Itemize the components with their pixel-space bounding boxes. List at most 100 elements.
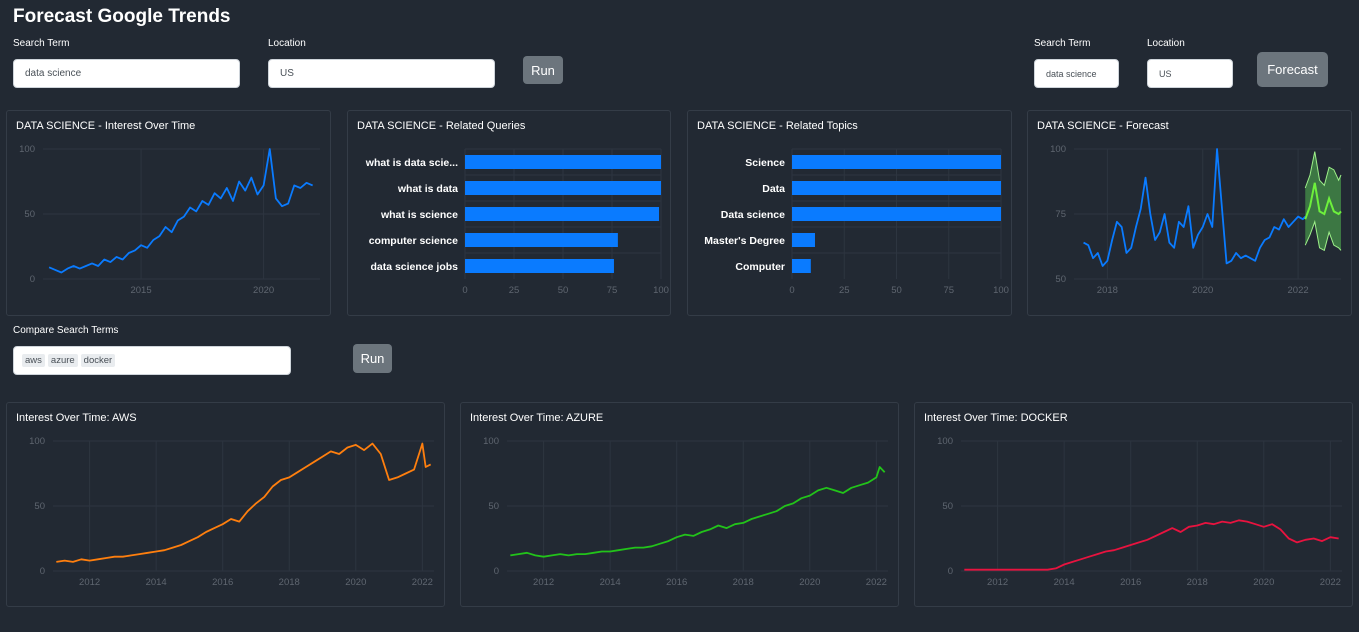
bar: [465, 155, 661, 169]
location-input[interactable]: US: [268, 59, 495, 88]
related-topics-chart: 0 25 50 75 100 Science Data Data science Master'…: [704, 148, 1009, 296]
x-tick-label: 0: [789, 285, 794, 296]
x-tick-label: 2016: [1120, 577, 1141, 588]
compare-run-button[interactable]: Run: [353, 344, 392, 373]
bar: [465, 181, 661, 195]
x-tick-label: 2016: [666, 577, 687, 588]
term-tag[interactable]: docker: [80, 354, 116, 367]
forecast-location-label: Location: [1147, 38, 1185, 49]
x-tick-label: 75: [607, 285, 618, 296]
docker-interest-chart: 0 50 100 2012 2014 2016 2018 2020 2022: [937, 436, 1342, 588]
bar: [792, 181, 1001, 195]
search-term-label: Search Term: [13, 38, 70, 49]
series-line: [48, 148, 313, 274]
page-title: Forecast Google Trends: [13, 6, 231, 27]
azure-interest-chart: 0 50 100 2012 2014 2016 2018 2020 2022: [483, 436, 888, 588]
category-label: Data science: [721, 209, 785, 221]
x-tick-label: 50: [891, 285, 902, 296]
x-tick-label: 2020: [799, 577, 820, 588]
category-label: what is data: [397, 183, 458, 195]
x-tick-label: 100: [653, 285, 669, 296]
x-tick-label: 2012: [987, 577, 1008, 588]
x-tick-label: 2014: [600, 577, 621, 588]
forecast-chart: 50 75 100 2018 2020 2022: [1050, 144, 1342, 296]
series-line: [964, 519, 1339, 571]
bar: [465, 259, 614, 273]
x-tick-label: 25: [839, 285, 850, 296]
x-tick-label: 2014: [146, 577, 167, 588]
bar: [792, 207, 1001, 221]
y-tick-label: 100: [19, 144, 35, 155]
y-tick-label: 75: [1055, 209, 1066, 220]
y-tick-label: 0: [40, 566, 45, 577]
series-line: [510, 466, 886, 558]
x-tick-label: 2022: [1288, 285, 1309, 296]
category-label: Data: [762, 183, 785, 195]
y-tick-label: 100: [29, 436, 45, 447]
category-label: Science: [745, 157, 785, 169]
y-tick-label: 0: [30, 274, 35, 285]
y-tick-label: 0: [494, 566, 499, 577]
azure-interest-card: Interest Over Time: AZURE 0 50 100 2012 2014…: [460, 402, 899, 607]
y-tick-label: 50: [942, 501, 953, 512]
y-tick-label: 100: [1050, 144, 1066, 155]
forecast-search-term-label: Search Term: [1034, 38, 1091, 49]
x-tick-label: 100: [993, 285, 1009, 296]
x-tick-label: 2020: [1253, 577, 1274, 588]
related-topics-card: DATA SCIENCE - Related Topics 0 25 50 75 100…: [687, 110, 1012, 316]
search-term-input[interactable]: data science: [13, 59, 240, 88]
x-tick-label: 2015: [130, 285, 151, 296]
term-tag[interactable]: aws: [22, 354, 45, 367]
category-label: Computer: [735, 261, 785, 273]
x-tick-label: 2022: [866, 577, 887, 588]
series-line: [1083, 148, 1306, 267]
y-tick-label: 50: [34, 501, 45, 512]
aws-interest-card: Interest Over Time: AWS 0 50 100 2012 2014 20…: [6, 402, 445, 607]
x-tick-label: 2014: [1054, 577, 1075, 588]
x-tick-label: 2018: [1187, 577, 1208, 588]
x-tick-label: 0: [462, 285, 467, 296]
location-label: Location: [268, 38, 306, 49]
x-tick-label: 2020: [253, 285, 274, 296]
run-button[interactable]: Run: [523, 56, 563, 84]
docker-interest-card: Interest Over Time: DOCKER 0 50 100 2012 201…: [914, 402, 1353, 607]
series-line: [56, 442, 432, 563]
x-tick-label: 2018: [279, 577, 300, 588]
x-tick-label: 2018: [1097, 285, 1118, 296]
x-tick-label: 2012: [79, 577, 100, 588]
related-queries-chart: 0 25 50 75 100 what is data scie... what is da…: [365, 148, 669, 296]
related-queries-card: DATA SCIENCE - Related Queries 0 25 50 75 10…: [347, 110, 671, 316]
interest-over-time-card: DATA SCIENCE - Interest Over Time 0 50 100…: [6, 110, 331, 316]
x-tick-label: 25: [509, 285, 520, 296]
bar: [792, 155, 1001, 169]
y-tick-label: 50: [488, 501, 499, 512]
category-label: Master's Degree: [704, 235, 785, 247]
x-tick-label: 2012: [533, 577, 554, 588]
x-tick-label: 2020: [1192, 285, 1213, 296]
term-tag[interactable]: azure: [47, 354, 78, 367]
forecast-button[interactable]: Forecast: [1257, 52, 1328, 87]
interest-over-time-chart: 0 50 100 2015 2020: [19, 144, 320, 296]
compare-label: Compare Search Terms: [13, 325, 119, 336]
x-tick-label: 2018: [733, 577, 754, 588]
bar: [792, 259, 811, 273]
x-tick-label: 2016: [212, 577, 233, 588]
y-tick-label: 100: [483, 436, 499, 447]
category-label: computer science: [369, 235, 458, 247]
forecast-search-term-input[interactable]: data science: [1034, 59, 1119, 88]
category-label: data science jobs: [370, 261, 458, 273]
x-tick-label: 2020: [345, 577, 366, 588]
y-tick-label: 50: [24, 209, 35, 220]
bar: [465, 233, 618, 247]
x-tick-label: 2022: [1320, 577, 1341, 588]
x-tick-label: 50: [558, 285, 569, 296]
x-tick-label: 2022: [412, 577, 433, 588]
bar: [792, 233, 815, 247]
category-label: what is science: [380, 209, 458, 221]
forecast-location-input[interactable]: US: [1147, 59, 1233, 88]
category-label: what is data scie...: [365, 157, 458, 169]
y-tick-label: 50: [1055, 274, 1066, 285]
forecast-card: DATA SCIENCE - Forecast 50 75 100 2018 2020 2…: [1027, 110, 1352, 316]
x-tick-label: 75: [943, 285, 954, 296]
compare-terms-input[interactable]: aws azure docker: [13, 346, 291, 375]
